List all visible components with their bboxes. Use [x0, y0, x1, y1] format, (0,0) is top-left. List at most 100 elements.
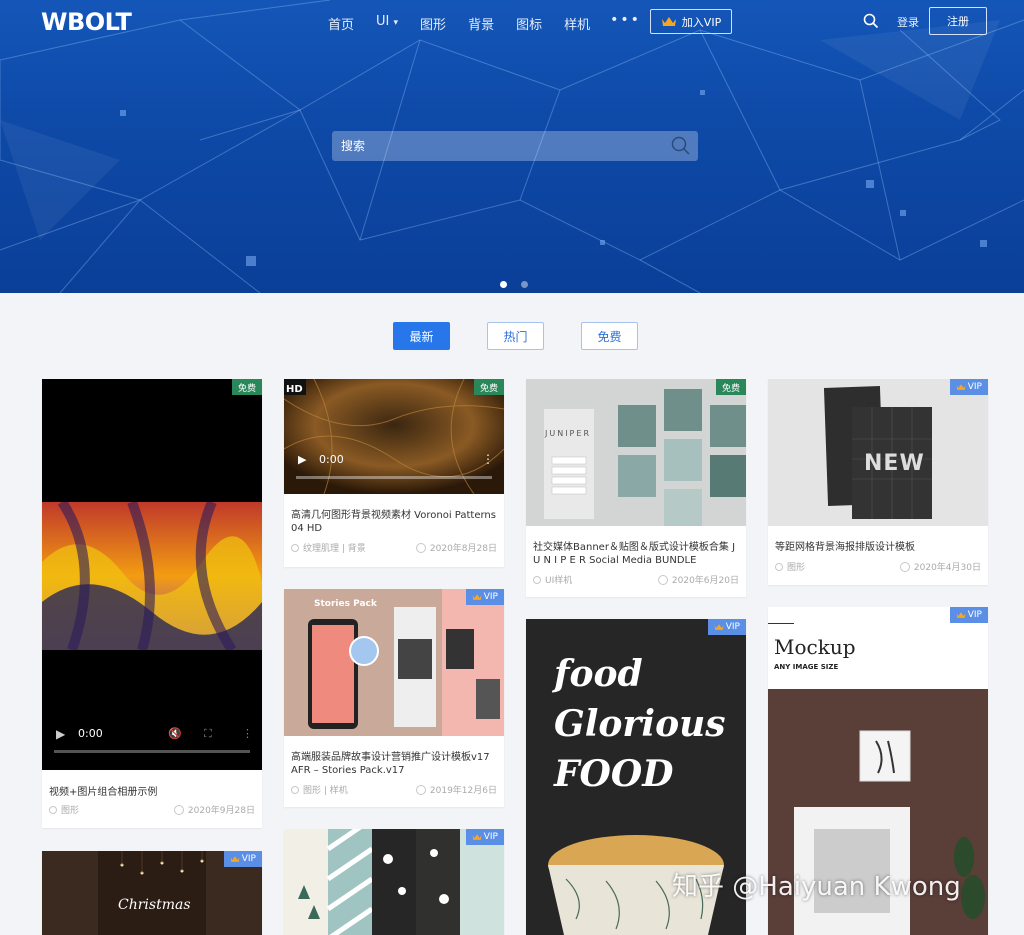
vip-badge: VIP	[949, 379, 988, 395]
nav-item-home[interactable]: 首页	[320, 12, 362, 35]
tab-popular[interactable]: 热门	[487, 322, 544, 350]
carousel-dot[interactable]	[521, 281, 528, 288]
card-meta: 图形 | 样机 2019年12月6日	[284, 783, 504, 796]
card-title[interactable]: 高端服装品牌故事设计营销推广设计模板v17 AFR – Stories Pack…	[284, 751, 504, 777]
card-meta: 图形 2020年9月28日	[42, 803, 262, 816]
vip-badge: VIP	[223, 851, 262, 867]
crown-icon	[956, 384, 966, 390]
card-category[interactable]: 纹理肌理 | 背景	[303, 541, 366, 554]
join-vip-button[interactable]: 加入VIP	[650, 9, 732, 34]
resource-card[interactable]: VIP	[284, 829, 504, 935]
card-title[interactable]: 视频+图片组合相册示例	[42, 786, 262, 799]
card-category[interactable]: 图形	[61, 803, 79, 816]
category-icon	[291, 543, 299, 552]
card-thumbnail[interactable]: Christmas VIP	[42, 851, 262, 935]
card-date: 2019年12月6日	[429, 786, 497, 796]
register-button[interactable]: 注册	[929, 7, 987, 35]
card-thumbnail[interactable]: Stories Pack VIP	[284, 589, 504, 736]
food-lettering: food Glorious FOOD	[554, 653, 726, 795]
nav-item-backgrounds[interactable]: 背景	[460, 12, 502, 35]
clock-icon	[415, 542, 426, 553]
crown-icon	[230, 856, 240, 862]
juniper-label: JUNIPER	[545, 429, 591, 438]
resource-card[interactable]: JUNIPER 免费 社交媒体Banner＆贴图＆版式设计模板合集 J U N …	[526, 379, 746, 597]
search-input[interactable]	[341, 139, 661, 153]
video-progress-bar[interactable]	[296, 476, 492, 479]
search-icon[interactable]	[863, 13, 879, 29]
nav-item-icons[interactable]: 图标	[508, 12, 550, 35]
resource-card[interactable]: HD ▶ 0:00 ⋮ 免费 高清几何图形背景视频素材 Voronoi Patt…	[284, 379, 504, 567]
video-progress-bar[interactable]	[54, 750, 250, 753]
resource-card[interactable]: NEW VIP 等距网格背景海报排版设计模板 图形 2020年4月30日	[768, 379, 988, 585]
mockup-heading: Mockup	[774, 635, 856, 659]
card-category[interactable]: UI样机	[545, 573, 572, 586]
card-thumbnail-image	[526, 379, 746, 526]
card-date: 2020年4月30日	[913, 563, 981, 573]
card-video[interactable]: HD ▶ 0:00 ⋮ 免费	[284, 379, 504, 494]
resource-card[interactable]: Christmas VIP	[42, 851, 262, 935]
filter-tabs: 最新 热门 免费	[393, 322, 638, 350]
carousel-dots	[500, 281, 528, 288]
tab-free[interactable]: 免费	[581, 322, 638, 350]
category-icon	[533, 575, 541, 584]
resource-card[interactable]: Stories Pack VIP 高端服装品牌故事设计营销推广设计模板v17 A…	[284, 589, 504, 807]
christmas-lettering: Christmas	[118, 897, 191, 913]
vip-badge-label: VIP	[725, 622, 740, 632]
card-title[interactable]: 等距网格背景海报排版设计模板	[768, 541, 988, 554]
card-thumbnail[interactable]: VIP	[284, 829, 504, 935]
vip-badge: VIP	[465, 829, 504, 845]
stories-pack-label: Stories Pack	[314, 599, 377, 609]
vip-badge-label: VIP	[483, 592, 498, 602]
more-menu-icon[interactable]: •••	[610, 12, 641, 35]
search-bar	[332, 131, 698, 161]
card-thumbnail-image	[42, 502, 262, 650]
vip-badge: VIP	[465, 589, 504, 605]
card-title[interactable]: 社交媒体Banner＆贴图＆版式设计模板合集 J U N I P E R Soc…	[526, 541, 746, 567]
hero-banner: WBOLT 首页 UI ▾ 图形 背景 图标 样机 ••• 加入VIP 登录 注…	[0, 0, 1024, 293]
free-badge: 免费	[473, 379, 504, 395]
login-link[interactable]: 登录	[897, 14, 919, 30]
card-title[interactable]: 高清几何图形背景视频素材 Voronoi Patterns 04 HD	[284, 509, 504, 535]
vip-badge: VIP	[707, 619, 746, 635]
clock-icon	[173, 804, 184, 815]
more-options-icon[interactable]: ⋮	[242, 727, 253, 740]
search-submit-icon[interactable]	[671, 136, 691, 156]
play-icon[interactable]: ▶	[56, 727, 65, 741]
resource-card[interactable]: ▶ 0:00 🔇 ⛶ ⋮ 免费 视频+图片组合相册示例 图形 2020年9月28…	[42, 379, 262, 828]
clock-icon	[415, 784, 426, 795]
card-date: 2020年6月20日	[671, 576, 739, 586]
card-date: 2020年8月28日	[429, 544, 497, 554]
video-time: 0:00	[319, 453, 344, 466]
card-thumbnail[interactable]: NEW VIP	[768, 379, 988, 526]
tab-latest[interactable]: 最新	[393, 322, 450, 350]
category-icon	[49, 805, 57, 814]
free-badge: 免费	[231, 379, 262, 395]
mute-icon[interactable]: 🔇	[168, 727, 182, 740]
card-thumbnail[interactable]: JUNIPER 免费	[526, 379, 746, 526]
category-icon	[291, 785, 299, 794]
carousel-dot[interactable]	[500, 281, 507, 288]
site-logo[interactable]: WBOLT	[41, 8, 132, 36]
crown-icon	[661, 17, 676, 26]
card-category[interactable]: 图形 | 样机	[303, 783, 348, 796]
more-options-icon[interactable]: ⋮	[482, 452, 494, 466]
crown-icon	[714, 624, 724, 630]
fullscreen-icon[interactable]: ⛶	[204, 727, 212, 741]
free-badge: 免费	[715, 379, 746, 395]
nav-item-mockups[interactable]: 样机	[556, 12, 598, 35]
nav-item-ui[interactable]: UI ▾	[368, 12, 406, 35]
video-time: 0:00	[78, 727, 103, 740]
card-thumbnail-image	[284, 589, 504, 736]
nav-item-graphics[interactable]: 图形	[412, 12, 454, 35]
crown-icon	[472, 834, 482, 840]
crown-icon	[472, 594, 482, 600]
card-video[interactable]: ▶ 0:00 🔇 ⛶ ⋮ 免费	[42, 379, 262, 770]
new-label: NEW	[864, 451, 925, 476]
video-controls: ▶ 0:00 🔇 ⛶ ⋮	[42, 727, 262, 767]
play-icon[interactable]: ▶	[298, 453, 306, 466]
vip-badge-label: VIP	[967, 610, 982, 620]
watermark: 知乎 @Haiyuan Kwong	[672, 872, 961, 902]
card-category[interactable]: 图形	[787, 560, 805, 573]
card-meta: UI样机 2020年6月20日	[526, 573, 746, 586]
crown-icon	[956, 612, 966, 618]
